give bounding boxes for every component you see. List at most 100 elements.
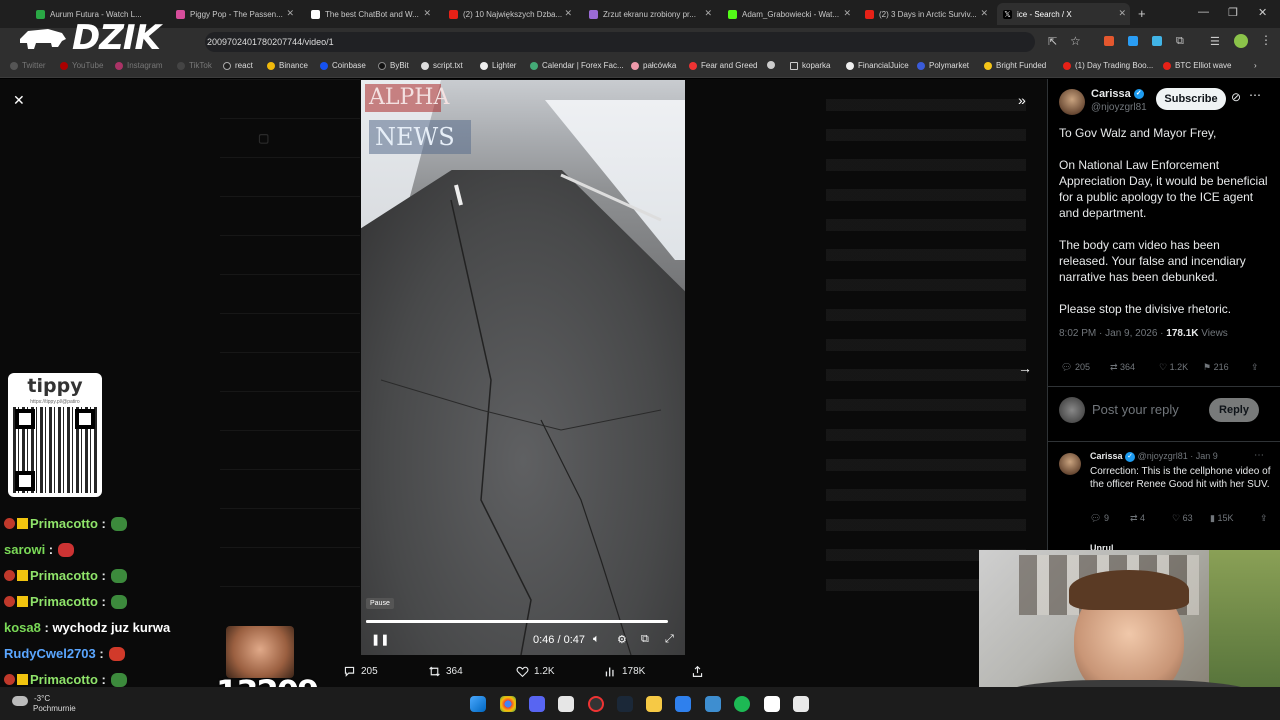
reply-input[interactable]: Post your reply <box>1092 402 1179 417</box>
browser-menu-icon[interactable]: ⋮ <box>1260 33 1272 47</box>
picture-in-picture-icon[interactable]: ⧉ <box>641 633 649 646</box>
reply-reply-stat[interactable]: 💬︎ 9 <box>1090 513 1109 524</box>
reply-action[interactable]: 205 <box>343 665 378 678</box>
reply-more-icon[interactable]: ⋯ <box>1254 450 1264 461</box>
author-name[interactable]: Carissa ✓ <box>1091 88 1144 100</box>
close-icon[interactable]: ✕ <box>564 8 572 19</box>
minimize-button[interactable]: — <box>1198 6 1209 18</box>
close-icon[interactable]: ✕ <box>286 8 294 19</box>
file-explorer-icon[interactable] <box>646 696 662 712</box>
bookmark-item[interactable]: Polymarket <box>917 61 969 70</box>
collapse-panel-icon[interactable]: » <box>1018 92 1026 108</box>
notepad-icon[interactable] <box>793 696 809 712</box>
volume-icon[interactable]: 🔈︎ <box>593 633 600 646</box>
x-logo-icon: 𝕏 <box>1003 9 1012 19</box>
bookmark-item[interactable]: Lighter <box>480 61 516 70</box>
reply-avatar[interactable] <box>1059 453 1081 475</box>
app-icon[interactable] <box>675 696 691 712</box>
dim-trends <box>826 99 1026 599</box>
media-controls-icon[interactable]: ☰ <box>1210 35 1220 48</box>
spotify-icon[interactable] <box>734 696 750 712</box>
reply-stat[interactable]: 💬︎ 205 <box>1061 362 1090 373</box>
reply-repost-stat[interactable]: ⇄ 4 <box>1130 513 1145 524</box>
steam-icon[interactable] <box>617 696 633 712</box>
bookmark-item[interactable]: (1) Day Trading Boo... <box>1063 61 1153 70</box>
like-action[interactable]: 1.2K <box>516 665 555 678</box>
grok-icon[interactable]: ⊘ <box>1231 90 1241 104</box>
extension-icon[interactable] <box>1152 36 1162 46</box>
bookmark-item[interactable]: TikTok <box>177 61 212 70</box>
close-icon[interactable]: ✕ <box>1118 8 1126 19</box>
extensions-puzzle-icon[interactable]: ⧉ <box>1176 35 1184 48</box>
discord-icon[interactable] <box>529 696 545 712</box>
weather-desc[interactable]: Pochmurnie <box>33 704 76 713</box>
bookmark-item[interactable]: Binance <box>267 61 308 70</box>
settings-gear-icon[interactable]: ⚙︎ <box>617 633 627 646</box>
subscribe-button[interactable]: Subscribe <box>1156 88 1226 110</box>
video-player[interactable]: ALPHA NEWS <box>361 80 685 655</box>
bookmark-item[interactable]: pałcówka <box>631 61 676 70</box>
bookmark-item[interactable]: ByBit <box>378 61 409 70</box>
extension-icon[interactable] <box>1104 36 1114 46</box>
share-icon[interactable]: ⇪ <box>1260 513 1268 524</box>
windows-start-icon[interactable] <box>470 696 486 712</box>
bookmark-item[interactable] <box>767 61 779 69</box>
bookmark-folder[interactable]: koparka <box>790 61 830 70</box>
next-media-icon[interactable]: → <box>1018 360 1032 376</box>
close-icon[interactable]: ✕ <box>843 8 851 19</box>
fullscreen-icon[interactable]: ⤢ <box>665 633 674 646</box>
obs-icon[interactable] <box>588 696 604 712</box>
tab-screenshot[interactable]: Zrzut ekranu zrobiony pr... ✕ <box>583 3 716 25</box>
repost-stat[interactable]: ⇄ 364 <box>1110 362 1135 373</box>
qr-finder <box>15 409 35 429</box>
window-close-button[interactable]: ✕ <box>1258 6 1267 19</box>
bookmark-item[interactable]: script.txt <box>421 61 463 70</box>
extension-icon[interactable] <box>1128 36 1138 46</box>
profile-avatar[interactable] <box>1234 34 1248 48</box>
tab-kick[interactable]: Adam_Grabowiecki - Wat... ✕ <box>722 3 855 25</box>
more-options-icon[interactable]: ⋯ <box>1249 88 1261 102</box>
views-action[interactable]: 178K <box>604 665 645 678</box>
tab-youtube-dzban[interactable]: (2) 10 Największych Dzba... ✕ <box>443 3 576 25</box>
bookmark-item[interactable]: Bright Funded <box>984 61 1046 70</box>
app-icon[interactable] <box>764 696 780 712</box>
bookmark-item[interactable]: Coinbase <box>320 61 366 70</box>
like-stat[interactable]: ♡ 1.2K <box>1159 362 1188 373</box>
bookmark-stat[interactable]: ⚑ 216 <box>1203 362 1229 373</box>
author-avatar[interactable] <box>1059 89 1085 115</box>
maximize-button[interactable]: ❐ <box>1228 6 1238 19</box>
close-media-icon[interactable]: ✕ <box>13 92 25 109</box>
bookmarks-overflow-icon[interactable]: › <box>1254 61 1257 70</box>
bookmark-item[interactable]: YouTube <box>60 61 103 70</box>
chrome-icon[interactable] <box>500 696 516 712</box>
bookmark-item[interactable]: Calendar | Forex Fac... <box>530 61 624 70</box>
app-icon[interactable] <box>558 696 574 712</box>
author-handle[interactable]: @njoyzgrl81 <box>1091 102 1147 113</box>
bookmark-item[interactable]: BTC Elliot wave <box>1163 61 1231 70</box>
new-tab-button[interactable]: + <box>1138 6 1146 21</box>
close-icon[interactable]: ✕ <box>423 8 431 19</box>
tab-piggy[interactable]: Piggy Pop - The Passen... ✕ <box>170 3 298 25</box>
open-in-app-icon[interactable]: ⇱ <box>1048 35 1057 48</box>
reply-button[interactable]: Reply <box>1209 398 1259 422</box>
bookmark-item[interactable]: Fear and Greed <box>689 61 757 70</box>
reply-like-stat[interactable]: ♡ 63 <box>1172 513 1193 524</box>
tab-chatbot[interactable]: The best ChatBot and W... ✕ <box>305 3 435 25</box>
bookmark-item[interactable]: FinancialJuice <box>846 61 909 70</box>
close-icon[interactable]: ✕ <box>980 8 988 19</box>
bookmark-item[interactable]: react <box>223 61 253 70</box>
url-field[interactable]: 2009702401780207744/video/1 <box>205 32 1035 52</box>
app-icon[interactable] <box>705 696 721 712</box>
bookmark-item[interactable]: Twitter <box>10 61 46 70</box>
share-icon[interactable]: ⇪ <box>1251 362 1259 373</box>
tab-youtube-arctic[interactable]: (2) 3 Days in Arctic Surviv... ✕ <box>859 3 992 25</box>
video-progress-bar[interactable] <box>366 620 668 623</box>
close-icon[interactable]: ✕ <box>704 8 712 19</box>
reply-views-stat[interactable]: ▮ 15K <box>1210 513 1233 524</box>
bookmark-item[interactable]: Instagram <box>115 61 163 70</box>
pause-button[interactable]: ❚❚ <box>371 633 389 646</box>
share-action[interactable] <box>691 665 704 678</box>
bookmark-star-icon[interactable]: ☆ <box>1070 34 1081 48</box>
repost-action[interactable]: 364 <box>428 665 463 678</box>
tab-x-search[interactable]: 𝕏ice - Search / X ✕ <box>997 3 1130 25</box>
